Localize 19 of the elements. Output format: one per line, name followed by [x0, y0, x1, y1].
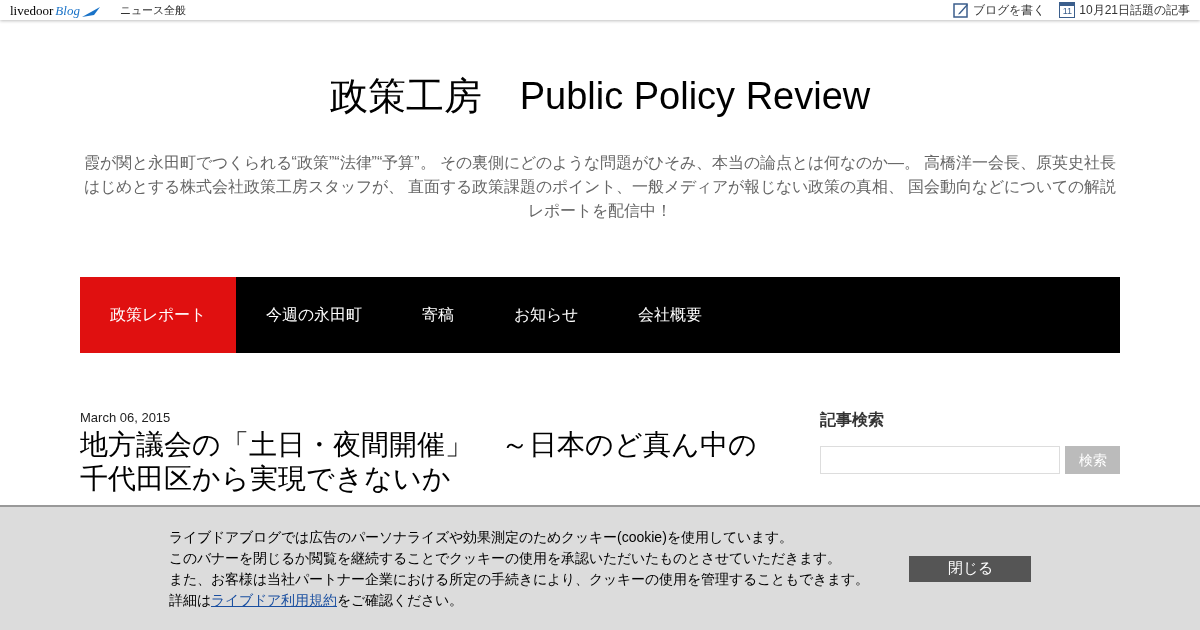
nav-tab[interactable]: 政策レポート: [80, 277, 236, 353]
blog-title[interactable]: 政策工房 Public Policy Review: [80, 68, 1120, 125]
blog-description: 霞が関と永田町でつくられる“政策”“法律”“予算”。 その裏側にどのような問題がひそみ、本当の論点とは何なのか―。 高橋洋一会長、原英史社長はじめとする株式会社政策工房スタッフが、 直面する政策課題のポイント、一般メディアが報じない政策の真相、 国会動向などについての解説レポートを配信中！: [82, 153, 1118, 221]
cookie-notice-line: ライブドアブログでは広告のパーソナライズや効果測定のためクッキー(cookie)を使用しています。: [169, 527, 794, 547]
news-link[interactable]: ニュース全般: [119, 1, 186, 19]
cookie-notice-line: 詳細はライブドア利用規約をご確認ください。: [169, 590, 464, 610]
calendar-icon: 11: [1059, 2, 1076, 18]
cookie-notice-line: このバナーを閉じるか閲覧を継続することでクッキーの使用を承認いただいたものとさせていただきます。: [169, 548, 842, 568]
livedoor-blog-logo[interactable]: livedoorBlog: [10, 3, 100, 17]
topics-link[interactable]: 10月21日話題の記事: [1079, 1, 1190, 19]
cookie-notice-line: また、お客様は当社パートナー企業における所定の手続きにより、クッキーの使用を管理することもできます。: [169, 569, 870, 589]
pencil-edit-icon: [953, 2, 970, 18]
write-blog-link[interactable]: ブログを書く: [973, 1, 1046, 19]
post-title[interactable]: 地方議会の「土日・夜間開催」 ～日本のど真ん中の千代田区から実現できないか: [80, 427, 770, 496]
post-date: March 06, 2015: [80, 409, 172, 427]
sidebar-heading: 記事検索: [820, 410, 885, 430]
close-button[interactable]: 閉じる: [909, 555, 1031, 582]
terms-link[interactable]: ライブドア利用規約: [211, 591, 337, 608]
search-field[interactable]: [820, 446, 1060, 474]
